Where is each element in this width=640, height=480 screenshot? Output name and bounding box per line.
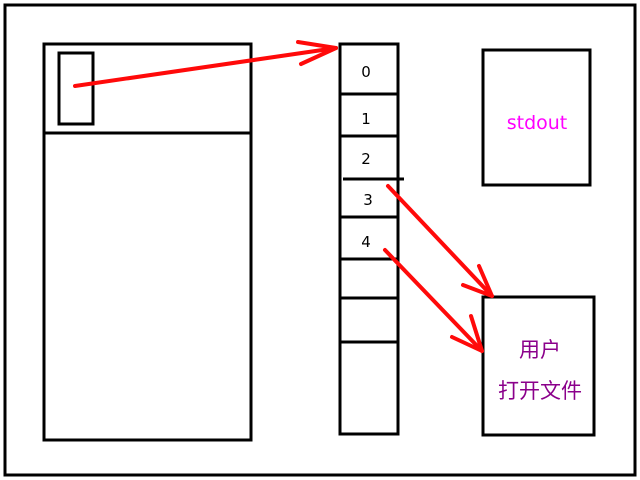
- arrows: [73, 40, 494, 353]
- process-block: [42, 42, 253, 442]
- fd-slot-label: 3: [363, 191, 373, 209]
- arrow-fd3-to-file: [386, 184, 494, 298]
- arrow-pointer-to-fd0: [73, 46, 338, 88]
- fd-table: 0 1 2 3 4: [338, 42, 404, 436]
- arrow-fd4-to-file: [383, 248, 484, 353]
- process-box: [42, 42, 253, 442]
- user-file-label-line1: 用户: [519, 338, 561, 362]
- fd-pointer-cell: [57, 51, 95, 126]
- stdout-label: stdout: [507, 112, 568, 134]
- user-file-box: [481, 295, 596, 437]
- outer-frame: [3, 3, 637, 477]
- diagram-canvas: 0 1 2 3 4 stdout 用户 打开文件: [0, 0, 640, 480]
- diagram-svg: 0 1 2 3 4 stdout 用户 打开文件: [3, 3, 637, 477]
- fd-slot-label: 2: [361, 150, 371, 168]
- user-file-label-line2: 打开文件: [498, 379, 582, 403]
- fd-slot-label: 0: [361, 63, 371, 81]
- fd-slot-label: 1: [361, 110, 371, 128]
- user-file-block: 用户 打开文件: [481, 295, 596, 437]
- stdout-block: stdout: [481, 48, 592, 187]
- fd-slot-label: 4: [361, 233, 371, 251]
